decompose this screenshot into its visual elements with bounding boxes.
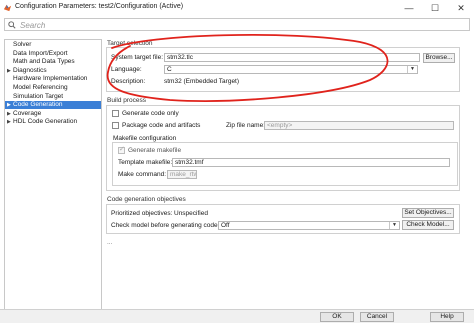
build-section-title: Build process [107, 97, 147, 104]
expand-arrow-icon[interactable]: ▶ [7, 67, 11, 75]
sidebar-item-label: Model Referencing [13, 84, 68, 91]
sidebar-item-diagnostics[interactable]: ▶ Diagnostics [5, 67, 101, 75]
prioritized-objectives-label: Prioritized objectives: [111, 210, 173, 217]
zip-file-label: Zip file name: [226, 122, 266, 129]
set-objectives-button[interactable]: Set Objectives... [402, 208, 454, 218]
title-bar: Configuration Parameters: test2/Configur… [0, 0, 474, 16]
check-model-label: Check model before generating code: [111, 222, 220, 229]
sidebar-item-data-import-export[interactable]: Data Import/Export [5, 50, 101, 58]
sidebar-item-label: Data Import/Export [13, 49, 68, 57]
template-makefile-label: Template makefile: [118, 159, 173, 166]
settings-panel: Target selection System target file: stm… [104, 39, 470, 311]
sidebar-item-label: Solver [13, 41, 32, 48]
search-input[interactable]: Search [4, 18, 470, 31]
language-value: C [167, 66, 172, 73]
language-label: Language: [111, 66, 142, 73]
zip-file-field[interactable]: <empty> [264, 121, 454, 130]
make-command-field[interactable]: make_rtw [167, 170, 197, 179]
sidebar-item-solver[interactable]: Solver [5, 41, 101, 49]
chevron-down-icon: ▼ [389, 222, 399, 229]
check-model-dropdown[interactable]: Off ▼ [218, 221, 400, 230]
sidebar-item-hardware-implementation[interactable]: Hardware Implementation [5, 75, 101, 83]
expand-arrow-icon[interactable]: ▶ [7, 110, 11, 118]
prioritized-objectives-value: Unspecified [174, 210, 208, 217]
sidebar-item-label: Simulation Target [13, 92, 64, 100]
system-target-label: System target file: [111, 54, 164, 61]
sidebar-item-label: Hardware Implementation [13, 75, 88, 83]
check-model-button[interactable]: Check Model... [402, 220, 454, 230]
package-code-checkbox[interactable] [112, 122, 119, 129]
sidebar-item-math-and-data-types[interactable]: Math and Data Types [5, 58, 101, 66]
sidebar-item-label: HDL Code Generation [13, 118, 78, 126]
makefile-section-title: Makefile configuration [113, 135, 177, 142]
objectives-section-title: Code generation objectives [107, 196, 186, 203]
template-makefile-field[interactable]: stm32.tmf [172, 158, 450, 167]
more-options-ellipsis[interactable]: ... [107, 239, 112, 246]
dialog-footer: OK Cancel Help [0, 309, 474, 323]
search-icon [8, 21, 16, 29]
search-placeholder: Search [20, 21, 46, 30]
make-command-label: Make command: [118, 171, 167, 178]
expand-arrow-icon[interactable]: ▶ [7, 101, 11, 109]
description-value: stm32 (Embedded Target) [164, 78, 240, 85]
matlab-app-icon [3, 4, 12, 12]
sidebar-item-simulation-target[interactable]: Simulation Target [5, 93, 101, 101]
generate-code-only-checkbox[interactable] [112, 110, 119, 117]
sidebar-item-label: Math and Data Types [13, 58, 75, 66]
sidebar-item-model-referencing[interactable]: Model Referencing [5, 84, 101, 92]
generate-code-only-label: Generate code only [122, 110, 179, 117]
help-button[interactable]: Help [430, 312, 464, 322]
generate-makefile-label: Generate makefile [128, 147, 182, 154]
description-label: Description: [111, 78, 146, 85]
package-code-label: Package code and artifacts [122, 122, 201, 129]
window-title: Configuration Parameters: test2/Configur… [15, 3, 184, 10]
cancel-button[interactable]: Cancel [360, 312, 394, 322]
language-dropdown[interactable]: C ▼ [164, 65, 418, 74]
sidebar-item-coverage[interactable]: ▶ Coverage [5, 110, 101, 118]
sidebar-item-code-generation[interactable]: ▶ Code Generation [5, 101, 101, 110]
browse-button[interactable]: Browse... [423, 53, 455, 63]
expand-arrow-icon[interactable]: ▶ [7, 118, 11, 126]
close-button[interactable]: ✕ [448, 0, 474, 16]
maximize-button[interactable]: ☐ [422, 0, 448, 16]
sidebar-item-label: Coverage [13, 109, 42, 117]
chevron-down-icon: ▼ [407, 66, 417, 73]
generate-makefile-checkbox[interactable]: ✓ [118, 146, 125, 154]
category-tree: Solver Data Import/Export Math and Data Ty… [4, 39, 102, 311]
sidebar-item-label: Code Generation [13, 101, 63, 109]
checkmark-icon: ✓ [119, 146, 125, 153]
sidebar-item-label: Diagnostics [13, 66, 47, 74]
ok-button[interactable]: OK [320, 312, 354, 322]
check-model-value: Off [221, 222, 230, 229]
minimize-button[interactable]: — [396, 0, 422, 16]
system-target-field[interactable]: stm32.tlc [164, 53, 420, 62]
target-section-title: Target selection [107, 40, 153, 47]
sidebar-item-hdl-code-generation[interactable]: ▶ HDL Code Generation [5, 118, 101, 126]
